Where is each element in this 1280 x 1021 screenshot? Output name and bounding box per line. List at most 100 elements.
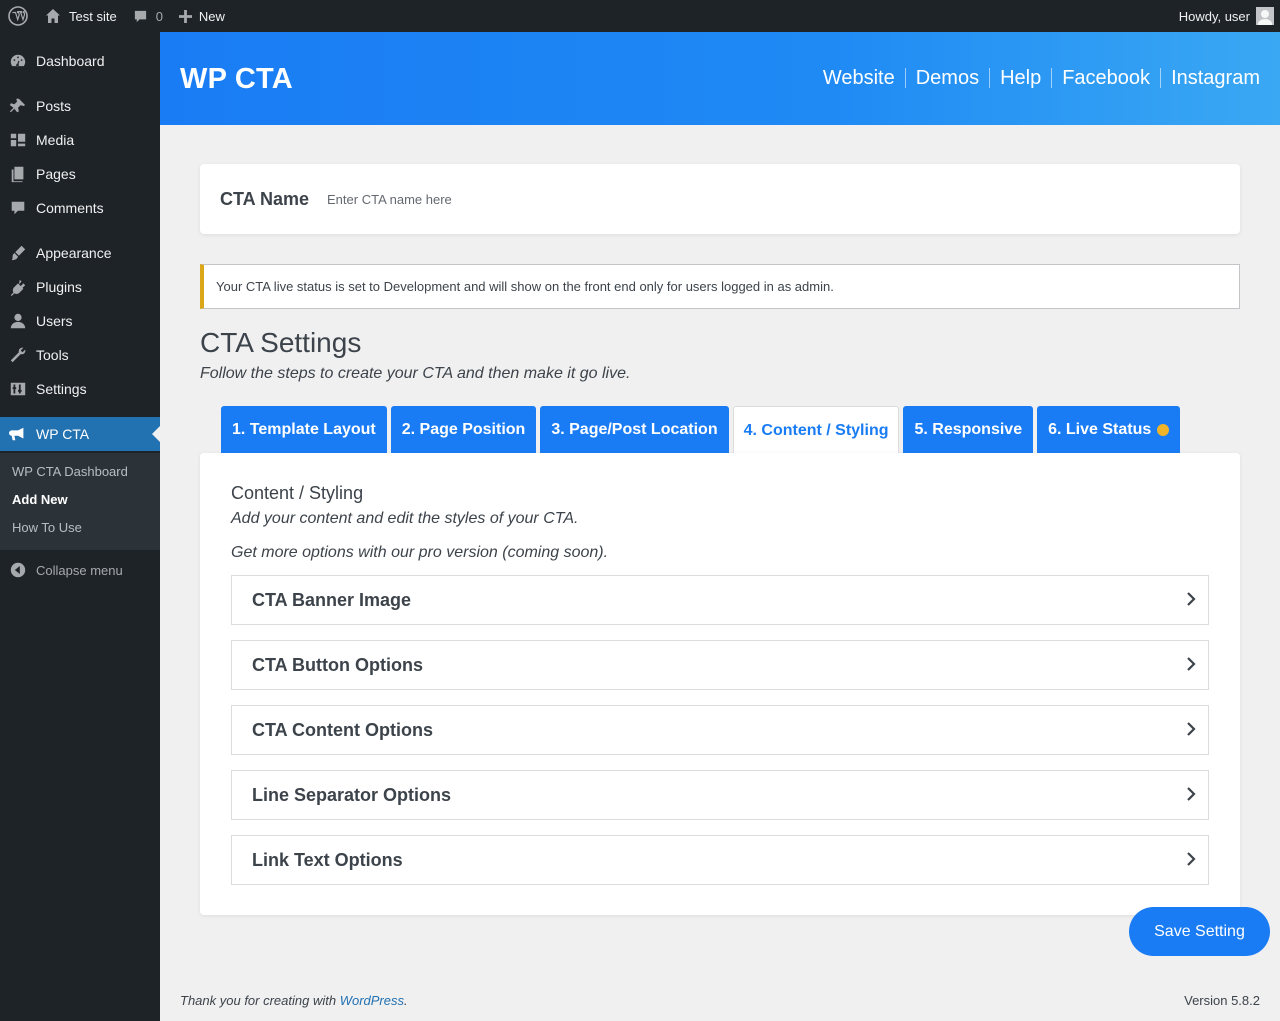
accordion-label: Line Separator Options bbox=[252, 784, 452, 805]
comments-link[interactable]: 0 bbox=[125, 0, 171, 32]
submenu-item-how-to-use[interactable]: How To Use bbox=[12, 520, 82, 535]
avatar bbox=[1256, 7, 1274, 25]
accordion-cta-content-options[interactable]: CTA Content Options bbox=[231, 705, 1209, 755]
plug-icon bbox=[10, 279, 26, 296]
accordion-cta-banner-image[interactable]: CTA Banner Image bbox=[231, 575, 1209, 625]
wordpress-link[interactable]: WordPress bbox=[340, 993, 404, 1008]
settings-title: CTA Settings bbox=[200, 327, 362, 358]
comments-count: 0 bbox=[155, 8, 163, 24]
accordion-cta-button-options[interactable]: CTA Button Options bbox=[231, 640, 1209, 690]
sidebar-item-label: Media bbox=[36, 132, 75, 148]
tab-label: 2. Page Position bbox=[401, 421, 526, 438]
tab-live-status[interactable]: 6. Live Status bbox=[1037, 406, 1181, 454]
new-label: New bbox=[198, 8, 225, 24]
plugin-brand: WP CTA bbox=[180, 63, 293, 95]
accordion-label: CTA Button Options bbox=[252, 654, 423, 675]
chevron-right-icon bbox=[1187, 852, 1196, 866]
sliders-icon bbox=[10, 382, 26, 396]
collapse-label: Collapse menu bbox=[36, 562, 123, 578]
header-nav: Website Demos Help Facebook Instagram bbox=[823, 68, 1260, 88]
sidebar-item-label: WP CTA bbox=[36, 426, 90, 442]
tab-page-position[interactable]: 2. Page Position bbox=[390, 406, 537, 454]
sidebar-item-appearance[interactable]: Appearance bbox=[0, 236, 160, 270]
sidebar-item-tools[interactable]: Tools bbox=[0, 338, 160, 372]
sidebar-item-label: Appearance bbox=[36, 245, 112, 261]
nav-link-facebook[interactable]: Facebook bbox=[1051, 68, 1160, 88]
accordion-link-text-options[interactable]: Link Text Options bbox=[231, 835, 1209, 885]
save-setting-button[interactable]: Save Setting bbox=[1129, 907, 1270, 956]
accordion-label: Link Text Options bbox=[252, 849, 403, 870]
cta-name-label: CTA Name bbox=[220, 188, 310, 209]
plugin-header: WP CTA Website Demos Help Facebook Insta… bbox=[160, 32, 1280, 125]
wordpress-logo-icon[interactable] bbox=[0, 0, 35, 32]
my-account-link[interactable]: Howdy, user bbox=[1171, 0, 1280, 32]
tab-responsive[interactable]: 5. Responsive bbox=[903, 406, 1034, 454]
settings-tabs: 1. Template Layout 2. Page Position 3. P… bbox=[221, 406, 1184, 454]
pin-icon bbox=[9, 98, 26, 113]
megaphone-icon bbox=[9, 427, 24, 441]
wp-cta-submenu: WP CTA Dashboard Add New How To Use bbox=[0, 453, 160, 550]
footer-version: Version 5.8.2 bbox=[1184, 993, 1260, 1008]
sidebar-item-label: Pages bbox=[36, 166, 76, 182]
tab-content-styling[interactable]: 4. Content / Styling bbox=[732, 406, 900, 454]
tab-label: 4. Content / Styling bbox=[743, 421, 889, 439]
footer-thanks: Thank you for creating with WordPress. bbox=[180, 993, 408, 1008]
tab-label: 5. Responsive bbox=[914, 421, 1023, 438]
admin-bar: Test site 0 New Howdy, user bbox=[0, 0, 1280, 32]
footer-thanks-prefix: Thank you for creating with bbox=[180, 993, 340, 1008]
submenu-item-dashboard[interactable]: WP CTA Dashboard bbox=[12, 464, 128, 479]
sidebar-item-label: Dashboard bbox=[36, 53, 105, 69]
tab-page-post-location[interactable]: 3. Page/Post Location bbox=[540, 406, 729, 454]
sidebar-item-label: Posts bbox=[36, 98, 72, 114]
sidebar-item-comments[interactable]: Comments bbox=[0, 191, 160, 225]
tab-template-layout[interactable]: 1. Template Layout bbox=[221, 406, 387, 454]
sidebar-item-settings[interactable]: Settings bbox=[0, 372, 160, 406]
settings-subtitle: Follow the steps to create your CTA and … bbox=[200, 365, 631, 382]
sidebar-item-users[interactable]: Users bbox=[0, 304, 160, 338]
nav-link-website[interactable]: Website bbox=[823, 68, 905, 88]
chevron-right-icon bbox=[1187, 657, 1196, 671]
sidebar-item-label: Tools bbox=[36, 347, 69, 363]
cta-name-input[interactable] bbox=[327, 191, 728, 207]
live-status-dot-icon bbox=[1157, 424, 1170, 436]
sidebar-item-dashboard[interactable]: Dashboard bbox=[0, 44, 160, 78]
sidebar-item-wp-cta[interactable]: WP CTA bbox=[0, 417, 160, 451]
collapse-menu-button[interactable]: Collapse menu bbox=[0, 553, 160, 587]
chevron-right-icon bbox=[1187, 592, 1196, 606]
sidebar-item-plugins[interactable]: Plugins bbox=[0, 270, 160, 304]
sidebar-item-label: Comments bbox=[36, 200, 104, 216]
collapse-arrow-icon bbox=[10, 562, 26, 578]
new-content-link[interactable]: New bbox=[171, 0, 233, 32]
chevron-right-icon bbox=[1187, 787, 1196, 801]
accordion-label: CTA Content Options bbox=[252, 719, 433, 740]
sidebar-item-pages[interactable]: Pages bbox=[0, 157, 160, 191]
nav-link-help[interactable]: Help bbox=[989, 68, 1051, 88]
sidebar-item-posts[interactable]: Posts bbox=[0, 89, 160, 123]
panel-description: Add your content and edit the styles of … bbox=[231, 510, 579, 527]
sidebar-item-label: Users bbox=[36, 313, 73, 329]
admin-sidebar: Dashboard Posts Media Pages Comments App… bbox=[0, 32, 160, 1021]
sidebar-item-label: Settings bbox=[36, 381, 87, 397]
accordion-label: CTA Banner Image bbox=[252, 589, 412, 610]
nav-link-demos[interactable]: Demos bbox=[904, 68, 989, 88]
comments-icon bbox=[11, 201, 25, 215]
submenu-item-add-new[interactable]: Add New bbox=[12, 492, 68, 507]
howdy-text: Howdy, user bbox=[1178, 8, 1250, 24]
user-icon bbox=[10, 313, 26, 329]
site-name: Test site bbox=[69, 8, 117, 24]
comment-bubble-icon bbox=[134, 10, 146, 22]
current-indicator bbox=[152, 426, 160, 442]
pages-icon bbox=[11, 166, 24, 183]
dashboard-icon bbox=[10, 54, 26, 67]
nav-link-instagram[interactable]: Instagram bbox=[1160, 68, 1260, 88]
sidebar-item-label: Plugins bbox=[36, 279, 82, 295]
brush-icon bbox=[11, 245, 26, 261]
site-name-link[interactable]: Test site bbox=[37, 0, 125, 32]
home-icon bbox=[46, 9, 60, 23]
accordion-line-separator-options[interactable]: Line Separator Options bbox=[231, 770, 1209, 820]
panel-title: Content / Styling bbox=[231, 483, 364, 503]
media-icon bbox=[10, 133, 26, 147]
notice-text: Your CTA live status is set to Developme… bbox=[216, 279, 834, 294]
sidebar-item-media[interactable]: Media bbox=[0, 123, 160, 157]
content-styling-panel: Content / Styling Add your content and e… bbox=[200, 453, 1240, 915]
